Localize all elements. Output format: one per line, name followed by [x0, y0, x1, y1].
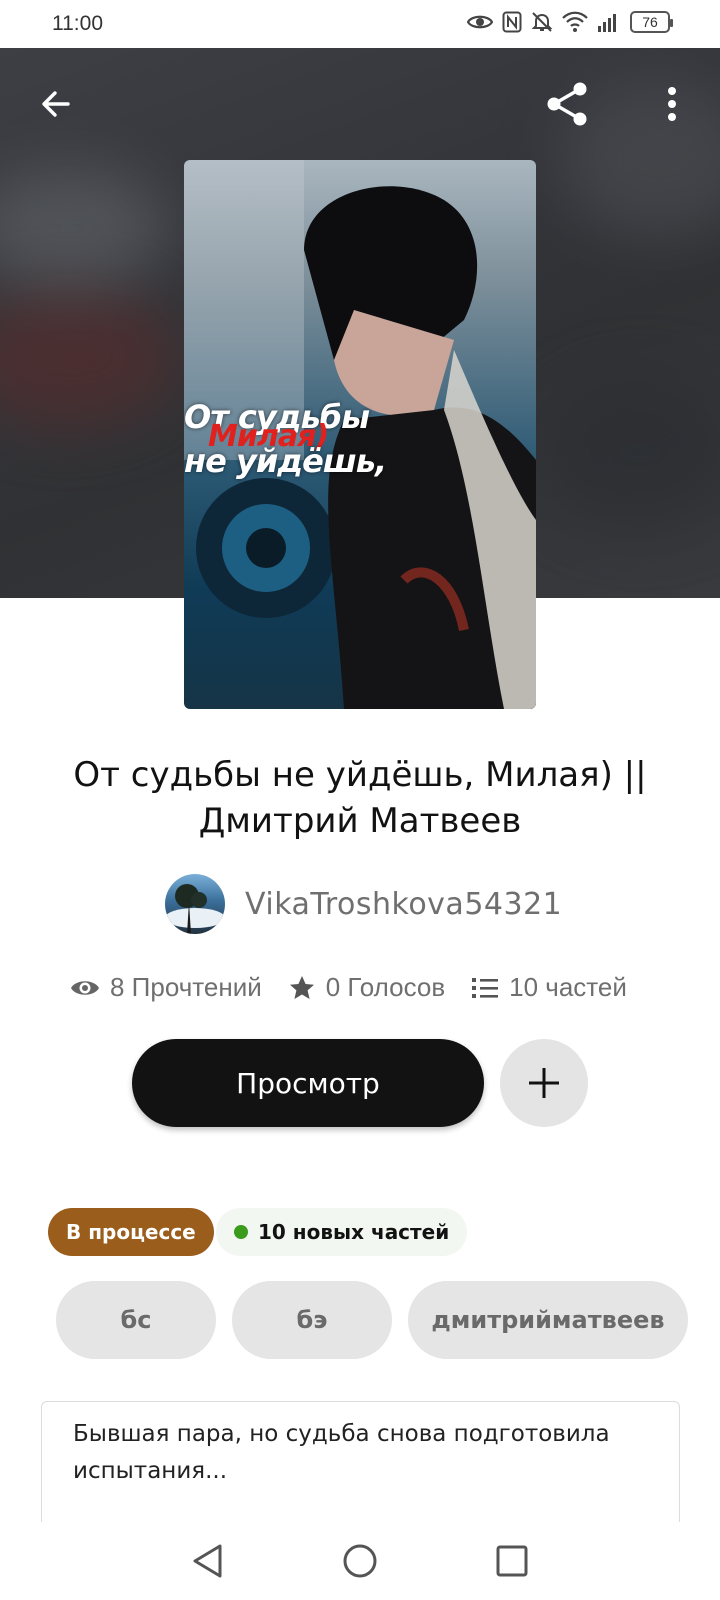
- square-recents-icon: [496, 1545, 528, 1577]
- tag-chip[interactable]: бэ: [232, 1281, 392, 1359]
- avatar-image: [165, 884, 225, 934]
- wifi-icon: [562, 11, 588, 33]
- triangle-back-icon: [193, 1544, 222, 1578]
- plus-icon: [529, 1068, 559, 1098]
- nav-back-button[interactable]: [184, 1537, 232, 1585]
- author-row[interactable]: VikaTroshkova54321: [165, 874, 562, 934]
- list-icon: [472, 977, 499, 998]
- back-button[interactable]: [32, 80, 80, 128]
- story-cover[interactable]: От судьбы Милая) не уйдёшь,: [184, 160, 536, 709]
- new-dot-icon: [234, 1225, 248, 1239]
- status-badge: В процессе: [48, 1208, 214, 1256]
- parts-count: 10 частей: [509, 972, 627, 1002]
- mute-icon: [531, 11, 553, 33]
- eye-icon: [467, 12, 493, 32]
- nfc-icon: [502, 11, 522, 33]
- more-menu-button[interactable]: [648, 80, 696, 128]
- system-nav-bar: [0, 1522, 720, 1600]
- share-button[interactable]: [540, 76, 596, 132]
- reads-count: 8 Прочтений: [110, 972, 262, 1002]
- arrow-left-icon: [42, 91, 70, 117]
- status-time: 11:00: [52, 12, 103, 35]
- share-icon: [547, 82, 587, 126]
- stats-row: 8 Прочтений 0 Голосов 10 частей: [70, 972, 627, 1003]
- story-title: От судьбы не уйдёшь, Милая) || Дмитрий М…: [73, 755, 647, 841]
- circle-home-icon: [343, 1544, 377, 1578]
- more-vertical-icon: [668, 87, 676, 121]
- nav-recents-button[interactable]: [488, 1537, 536, 1585]
- avatar[interactable]: [165, 874, 225, 934]
- cover-line-3: не уйдёшь,: [184, 442, 387, 480]
- reads-stat: 8 Прочтений: [70, 972, 262, 1003]
- description-text: Бывшая пара, но судьба снова подготовила…: [73, 1421, 610, 1484]
- author-name[interactable]: VikaTroshkova54321: [245, 887, 562, 922]
- battery-icon: 76: [630, 11, 673, 33]
- read-button[interactable]: Просмотр: [132, 1039, 484, 1127]
- status-bar: 11:00 76: [0, 0, 720, 48]
- votes-stat: 0 Голосов: [288, 972, 445, 1003]
- nav-home-button[interactable]: [336, 1537, 384, 1585]
- signal-icon: [597, 11, 621, 33]
- add-to-library-button[interactable]: [500, 1039, 588, 1127]
- new-parts-badge: 10 новых частей: [216, 1208, 468, 1256]
- star-icon: [289, 975, 314, 999]
- votes-count: 0 Голосов: [325, 972, 446, 1002]
- cover-title: От судьбы Милая) не уйдёшь,: [184, 400, 536, 478]
- new-parts-label: 10 новых частей: [258, 1220, 450, 1244]
- tag-chip[interactable]: бс: [56, 1281, 216, 1359]
- eye-icon: [71, 980, 99, 995]
- description-box: Бывшая пара, но судьба снова подготовила…: [41, 1401, 680, 1531]
- status-icons: 76: [467, 11, 673, 33]
- parts-stat: 10 частей: [471, 972, 627, 1003]
- tag-chip[interactable]: дмитрийматвеев: [408, 1281, 688, 1359]
